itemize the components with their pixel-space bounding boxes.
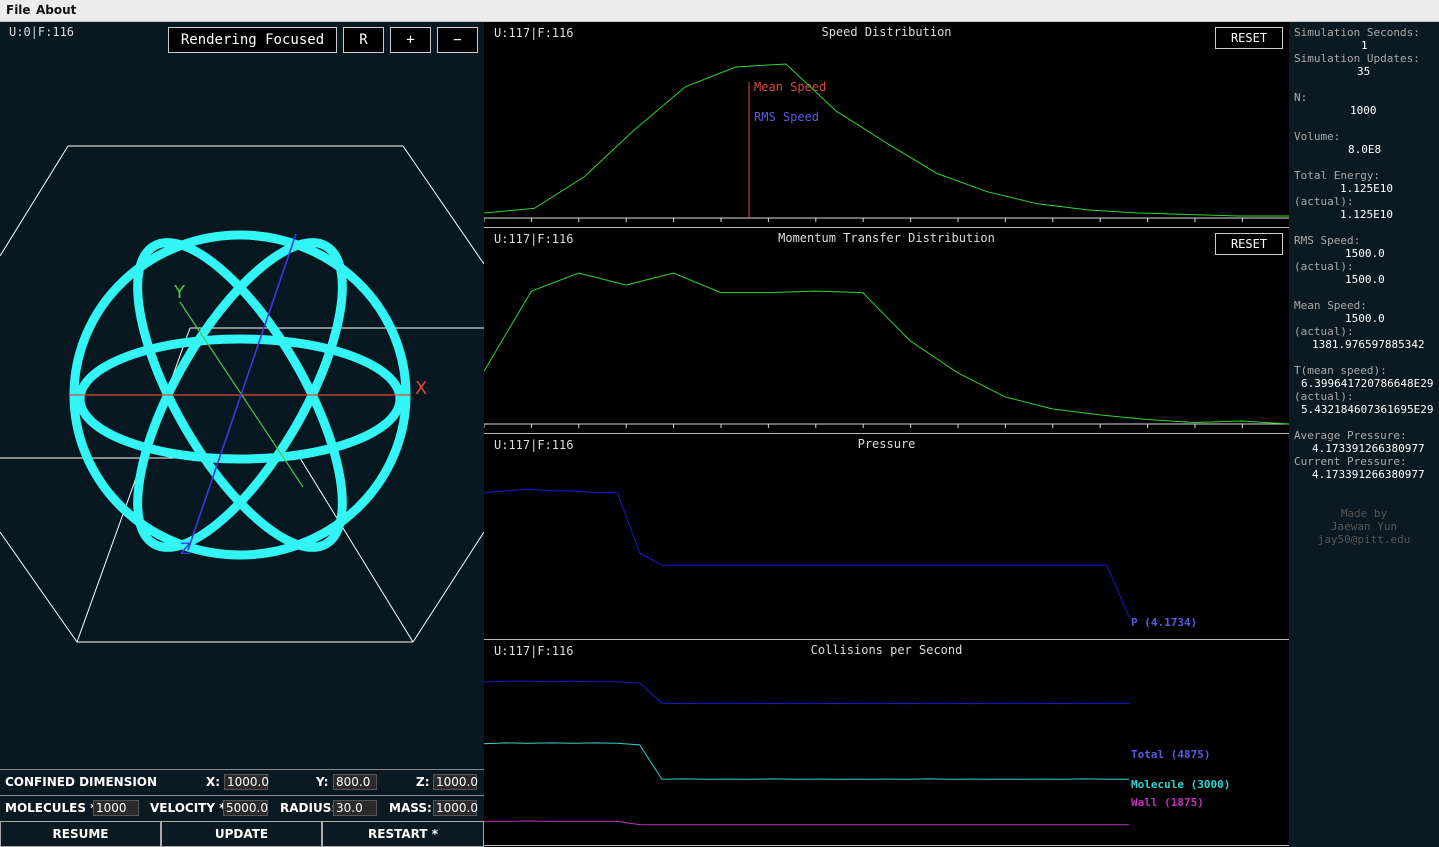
total-series-line xyxy=(484,680,1129,705)
parameters-row: MOLECULES *: 1000 VELOCITY *: 5000.0 RAD… xyxy=(0,795,484,819)
x-dimension-input[interactable]: 1000.0 xyxy=(224,774,269,790)
temperature-actual-label: (actual): xyxy=(1294,390,1354,403)
z-dimension-label: Z: xyxy=(416,775,430,789)
pressure-series-line xyxy=(484,488,1130,617)
momentum-chart-title: Momentum Transfer Distribution xyxy=(778,231,995,245)
sim-seconds-value: 1 xyxy=(1361,39,1368,52)
mean-actual-label: (actual): xyxy=(1294,325,1354,338)
temperature-value: 6.399641720786648E29 xyxy=(1301,377,1434,390)
mean-value: 1500.0 xyxy=(1345,312,1385,325)
zoom-out-button[interactable]: − xyxy=(437,27,478,53)
dimension-row: CONFINED DIMENSION X: 1000.0 Y: 800.0 Z:… xyxy=(0,769,484,793)
wall-series-line xyxy=(484,820,1129,826)
cur-pressure-label: Current Pressure: xyxy=(1294,455,1407,468)
temperature-actual-value: 5.432184607361695E29 xyxy=(1301,403,1434,416)
mass-label: MASS: xyxy=(389,801,432,815)
speed-series-line xyxy=(484,63,1289,217)
credit-email: jay50@pitt.edu xyxy=(1317,533,1411,546)
momentum-distribution-panel: U:117|F:116 Momentum Transfer Distributi… xyxy=(484,228,1289,434)
molecule-series-line xyxy=(484,742,1129,780)
avg-pressure-label: Average Pressure: xyxy=(1294,429,1407,442)
control-panel: CONFINED DIMENSION X: 1000.0 Y: 800.0 Z:… xyxy=(0,769,484,847)
molecule-series-label: Molecule (3000) xyxy=(1131,778,1230,791)
sim-seconds-label: Simulation Seconds: xyxy=(1294,26,1420,39)
radius-input[interactable]: 30.0 xyxy=(333,800,377,816)
cur-pressure-value: 4.173391266380977 xyxy=(1312,468,1425,481)
velocity-input[interactable]: 5000.0 xyxy=(223,800,268,816)
y-axis-label: Y xyxy=(173,282,186,303)
speed-distribution-panel: Mean Speed RMS Speed U:117|F:116 Speed D… xyxy=(484,22,1289,228)
restart-button[interactable]: RESTART * xyxy=(322,821,484,847)
x-dimension-label: X: xyxy=(206,775,221,789)
sim-updates-value: 35 xyxy=(1357,65,1371,78)
z-dimension-input[interactable]: 1000.0 xyxy=(433,774,478,790)
stats-panel: Simulation Seconds: 1 Simulation Updates… xyxy=(1289,22,1439,847)
x-axis-label: X xyxy=(415,378,427,399)
charts-area: Mean Speed RMS Speed U:117|F:116 Speed D… xyxy=(484,22,1289,847)
molecules-label: MOLECULES *: xyxy=(5,801,102,815)
reset-view-button[interactable]: R xyxy=(343,27,384,53)
mean-label: Mean Speed: xyxy=(1294,299,1367,312)
rms-value: 1500.0 xyxy=(1345,247,1385,260)
n-label: N: xyxy=(1294,91,1308,104)
zoom-in-button[interactable]: + xyxy=(390,27,431,53)
menu-file[interactable]: File xyxy=(6,3,31,17)
total-series-label: Total (4875) xyxy=(1131,748,1210,761)
y-dimension-input[interactable]: 800.0 xyxy=(333,774,377,790)
collisions-chart-title: Collisions per Second xyxy=(810,643,963,657)
speed-chart-title: Speed Distribution xyxy=(821,25,952,39)
z-axis-label: Z xyxy=(180,539,191,558)
rms-label: RMS Speed: xyxy=(1294,234,1361,247)
credit-author: Jaewan Yun xyxy=(1330,520,1398,533)
rms-speed-label: RMS Speed xyxy=(754,110,819,124)
y-dimension-label: Y: xyxy=(316,775,329,789)
n-value: 1000 xyxy=(1350,104,1377,117)
molecules-input[interactable]: 1000 xyxy=(93,800,139,816)
menu-about[interactable]: About xyxy=(36,3,76,17)
volume-value: 8.0E8 xyxy=(1348,143,1382,156)
radius-label: RADIUS: xyxy=(280,801,337,815)
energy-actual-value: 1.125E10 xyxy=(1340,208,1393,221)
confined-dimension-label: CONFINED DIMENSION xyxy=(5,775,158,789)
action-row: RESUME UPDATE RESTART * xyxy=(0,821,484,847)
wall-series-label: Wall (1875) xyxy=(1131,796,1204,809)
rms-actual-value: 1500.0 xyxy=(1345,273,1385,286)
speed-distribution-chart: Mean Speed RMS Speed xyxy=(484,63,1289,222)
temperature-label: T(mean speed): xyxy=(1294,364,1387,377)
energy-value: 1.125E10 xyxy=(1340,182,1393,195)
update-frame-counter: U:0|F:116 xyxy=(9,25,75,39)
collisions-panel: Total (4875) Molecule (3000) Wall (1875)… xyxy=(484,640,1289,846)
credit-made-by: Made by xyxy=(1340,507,1388,520)
sim-updates-label: Simulation Updates: xyxy=(1294,52,1420,65)
mean-actual-value: 1381.976597885342 xyxy=(1312,338,1425,351)
menu-bar: File About xyxy=(0,0,1439,22)
velocity-label: VELOCITY *: xyxy=(150,801,231,815)
rms-actual-label: (actual): xyxy=(1294,260,1354,273)
avg-pressure-value: 4.173391266380977 xyxy=(1312,442,1425,455)
volume-label: Volume: xyxy=(1294,130,1341,143)
momentum-series-line xyxy=(484,272,1289,425)
momentum-distribution-chart xyxy=(484,272,1289,428)
energy-label: Total Energy: xyxy=(1294,169,1381,182)
speed-reset-button[interactable]: RESET xyxy=(1215,27,1283,49)
energy-actual-label: (actual): xyxy=(1294,195,1354,208)
pressure-panel: P (4.1734) U:117|F:116 Pressure xyxy=(484,434,1289,640)
collisions-chart: Total (4875) Molecule (3000) Wall (1875) xyxy=(484,680,1230,826)
momentum-reset-button[interactable]: RESET xyxy=(1215,233,1283,255)
pressure-series-label: P (4.1734) xyxy=(1131,616,1197,629)
rendering-mode-button[interactable]: Rendering Focused xyxy=(168,27,337,53)
mass-input[interactable]: 1000.0 xyxy=(433,800,478,816)
simulation-canvas[interactable]: X Y Z xyxy=(0,22,484,769)
pressure-chart-title: Pressure xyxy=(857,437,916,451)
resume-button[interactable]: RESUME xyxy=(0,821,161,847)
simulation-view[interactable]: X Y Z U:0|F:116 Rendering Focused R + − xyxy=(0,22,484,847)
update-button[interactable]: UPDATE xyxy=(161,821,322,847)
pressure-chart: P (4.1734) xyxy=(484,488,1197,629)
